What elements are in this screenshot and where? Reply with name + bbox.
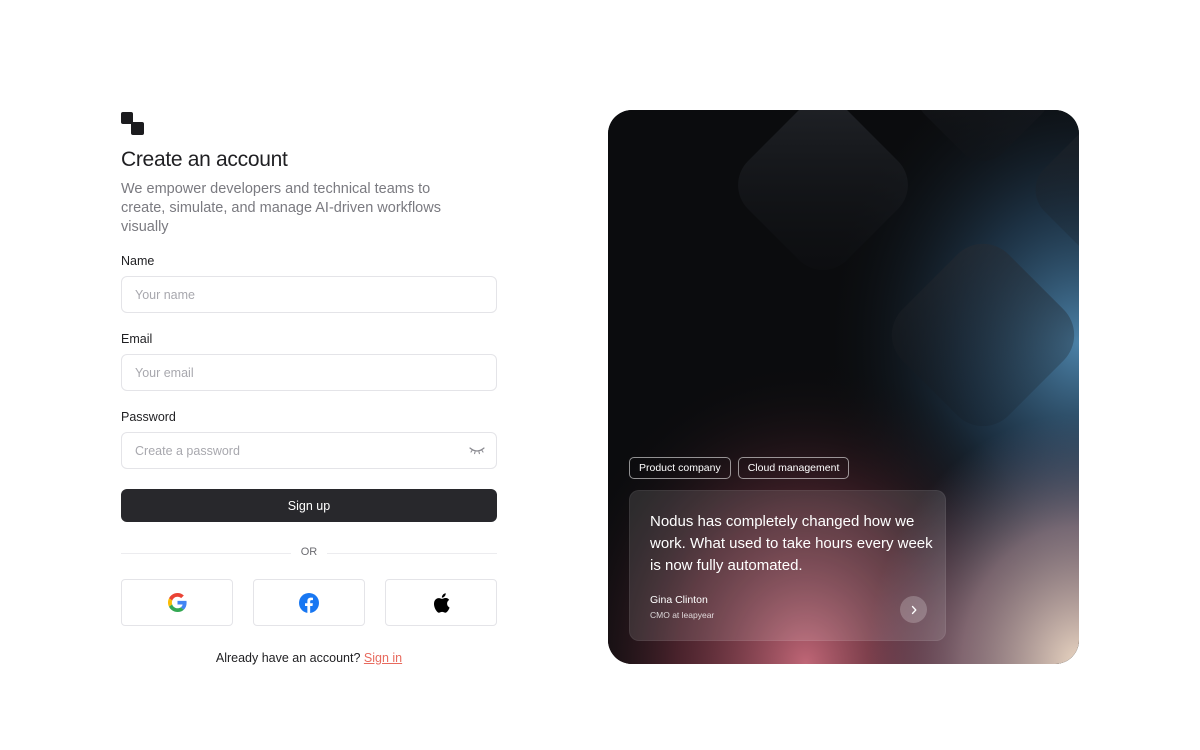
testimonial-panel: Product company Cloud management Nodus h…	[608, 110, 1079, 664]
password-wrapper	[121, 432, 497, 469]
password-field-group: Password	[121, 410, 497, 469]
next-testimonial-button[interactable]	[900, 596, 927, 623]
or-divider: OR	[121, 546, 497, 560]
testimonial-quote: Nodus has completely changed how we work…	[650, 513, 933, 574]
email-input[interactable]	[121, 354, 497, 391]
signup-page: Create an account We empower developers …	[0, 0, 1200, 750]
apple-icon	[433, 592, 450, 613]
page-subtitle: We empower developers and technical team…	[121, 181, 441, 235]
facebook-icon	[299, 592, 319, 613]
google-login-button[interactable]	[121, 579, 233, 626]
page-title: Create an account	[121, 148, 288, 171]
email-field-group: Email	[121, 332, 497, 391]
signin-prompt-text: Already have an account?	[215, 651, 361, 665]
tag-cloud-management[interactable]: Cloud management	[737, 457, 850, 479]
sign-up-button[interactable]: Sign up	[121, 489, 497, 522]
divider-line-right	[327, 553, 497, 554]
sign-in-link[interactable]: Sign in	[364, 651, 402, 665]
email-label: Email	[121, 332, 153, 346]
brand-logo-icon	[121, 112, 144, 135]
name-input[interactable]	[121, 276, 497, 313]
google-icon	[167, 593, 187, 612]
social-login-row	[121, 579, 497, 626]
divider-label: OR	[300, 546, 318, 558]
testimonial-card: Nodus has completely changed how we work…	[629, 490, 946, 641]
signup-form-column: Create an account We empower developers …	[121, 112, 497, 665]
testimonial-role: CMO at leapyear	[650, 610, 715, 620]
testimonial-tags: Product company Cloud management	[629, 457, 850, 479]
eye-closed-icon[interactable]	[469, 444, 485, 456]
testimonial-author: Gina Clinton	[650, 594, 708, 606]
name-label: Name	[121, 254, 155, 268]
password-label: Password	[121, 410, 176, 424]
facebook-login-button[interactable]	[253, 579, 365, 626]
apple-login-button[interactable]	[385, 579, 497, 626]
name-field-group: Name	[121, 254, 497, 313]
chevron-right-icon	[911, 605, 916, 614]
signin-prompt-line: Already have an account? Sign in	[121, 651, 497, 665]
tag-product-company[interactable]: Product company	[629, 457, 731, 479]
password-input[interactable]	[121, 432, 497, 469]
